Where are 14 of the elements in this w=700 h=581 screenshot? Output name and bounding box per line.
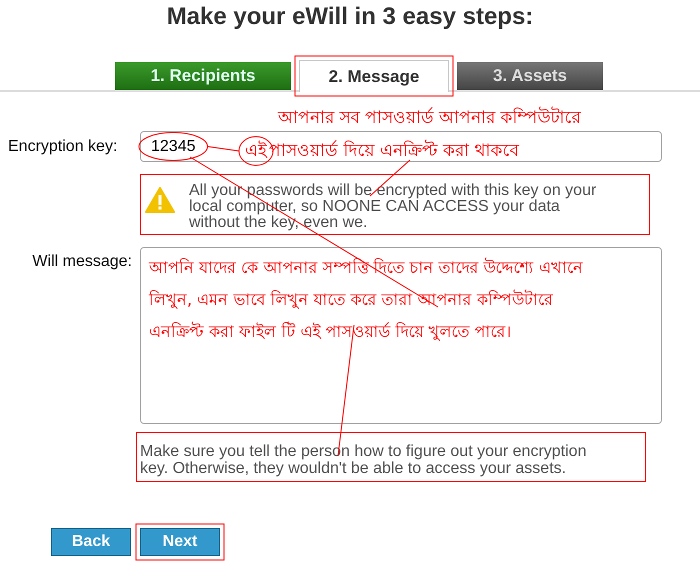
nav-button[interactable]: Back <box>51 528 131 556</box>
annotation-text: আপনার সব পাসওয়ার্ড আপনার কম্পিউটারে <box>276 106 582 130</box>
page-title: Make your eWill in 3 easy steps: <box>166 2 534 32</box>
step-tab[interactable]: 2. Message <box>299 60 449 92</box>
nav-button[interactable]: Next <box>140 528 220 556</box>
field-value: 12345 <box>151 138 196 154</box>
field-label: Will message: <box>31 252 133 271</box>
warning-icon <box>145 187 175 213</box>
step-tab[interactable]: 3. Assets <box>457 62 603 90</box>
leader-line <box>207 146 240 152</box>
annotation-text: এই <box>245 142 267 160</box>
step-tab[interactable]: 1. Recipients <box>115 62 291 90</box>
field-label: Encryption key: <box>7 138 118 156</box>
annotation-ellipse <box>138 132 208 161</box>
